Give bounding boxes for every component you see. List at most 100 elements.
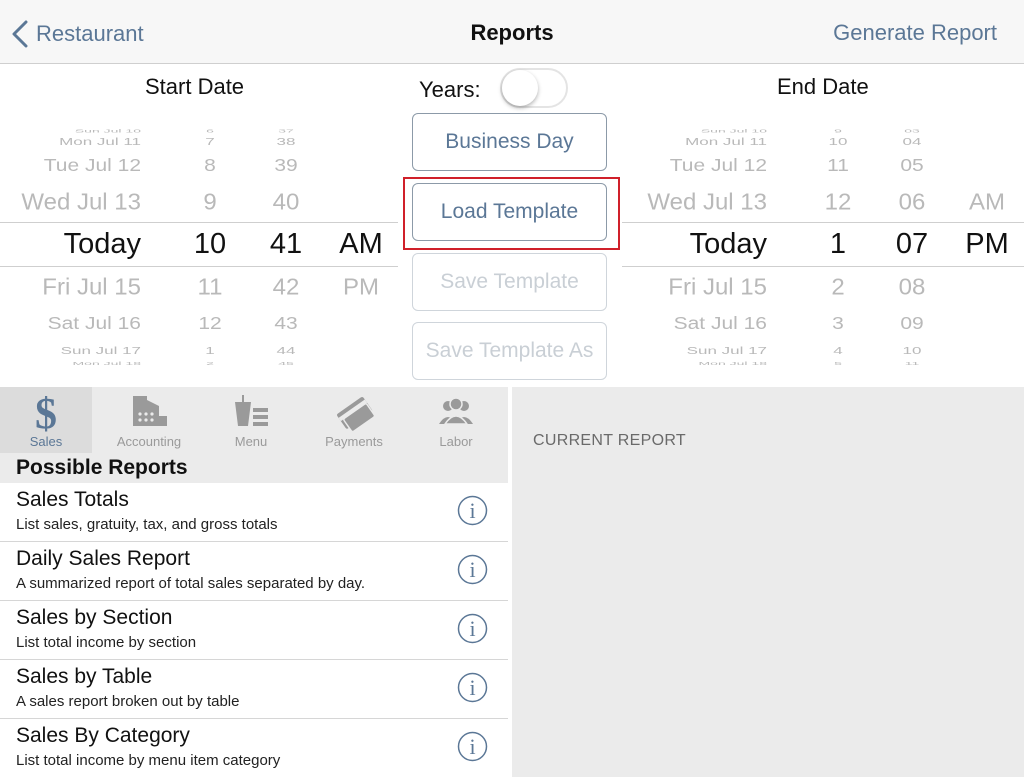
end-hour-option[interactable]: 3 [832,314,844,334]
start-hour-option[interactable]: 7 [205,136,214,148]
start-day-option[interactable]: Fri Jul 15 [42,275,141,302]
end-day-option[interactable]: Mon Jul 18 [699,360,767,366]
end-day-option[interactable]: Sat Jul 16 [674,314,767,334]
start-picker-selection-top [0,222,398,223]
end-hour-option[interactable]: 5 [834,360,842,366]
start-hour-option[interactable]: 6 [206,128,214,134]
tab-payments[interactable]: Payments [304,387,404,453]
end-hour-option[interactable]: 11 [827,156,849,176]
tab-menu[interactable]: Menu [201,387,301,453]
end-minute-option[interactable]: 07 [896,228,928,261]
end-day-option[interactable]: Today [690,228,767,261]
start-hour-option[interactable]: 8 [204,156,216,176]
end-day-option[interactable]: Wed Jul 13 [647,190,767,217]
end-ampm-option[interactable]: AM [969,190,1005,217]
start-hour-option[interactable]: 1 [205,345,214,357]
navigation-bar: Restaurant Reports Generate Report [0,0,1024,64]
start-day-option[interactable]: Sun Jul 10 [75,128,141,134]
tab-sales[interactable]: $ Sales [0,387,96,453]
end-hour-option[interactable]: 1 [830,228,846,261]
start-hour-option[interactable]: 10 [194,228,226,261]
end-picker-selection-bottom [622,266,1024,267]
credit-card-icon [337,397,374,432]
start-minute-option[interactable]: 44 [277,345,296,357]
end-minute-option[interactable]: 08 [899,275,926,302]
end-hour-option[interactable]: 9 [834,128,842,134]
toggle-knob [502,70,538,106]
start-minute-option[interactable]: 38 [277,136,296,148]
end-minute-option[interactable]: 06 [899,190,926,217]
end-minute-option[interactable]: 09 [900,314,923,334]
end-day-option[interactable]: Fri Jul 15 [668,275,767,302]
start-day-option[interactable]: Mon Jul 18 [73,360,141,366]
report-subtitle: List total income by section [16,634,197,651]
end-day-option[interactable]: Mon Jul 11 [685,136,767,148]
report-row-sales-by-table[interactable]: Sales by Table A sales report broken out… [0,660,508,719]
report-title: Daily Sales Report [16,547,190,570]
end-day-option[interactable]: Tue Jul 12 [670,156,767,176]
info-icon[interactable]: i [457,672,488,703]
end-day-option[interactable]: Sun Jul 10 [701,128,767,134]
start-hour-option[interactable]: 9 [203,190,216,217]
end-date-label: End Date [777,74,869,99]
info-icon[interactable]: i [457,731,488,762]
start-day-option[interactable]: Today [64,228,141,261]
start-hour-option[interactable]: 12 [198,314,221,334]
start-hour-option[interactable]: 11 [198,275,223,302]
start-minute-option[interactable]: 42 [273,275,300,302]
info-icon[interactable]: i [457,495,488,526]
end-minute-option[interactable]: 11 [905,360,920,366]
start-minute-option[interactable]: 37 [278,128,294,134]
years-toggle[interactable] [500,68,568,108]
svg-text:i: i [469,734,475,759]
start-minute-option[interactable]: 39 [274,156,297,176]
end-hour-option[interactable]: 4 [833,345,842,357]
svg-text:i: i [469,675,475,700]
end-ampm-option[interactable]: PM [965,228,1009,261]
start-minute-option[interactable]: 41 [270,228,302,261]
svg-text:i: i [469,557,475,582]
tab-accounting[interactable]: Accounting [99,387,199,453]
start-day-option[interactable]: Sat Jul 16 [48,314,141,334]
report-row-sales-totals[interactable]: Sales Totals List sales, gratuity, tax, … [0,483,508,542]
end-minute-option[interactable]: 10 [903,345,922,357]
business-day-button[interactable]: Business Day [412,113,607,171]
start-day-option[interactable]: Wed Jul 13 [21,190,141,217]
end-hour-option[interactable]: 12 [825,190,852,217]
save-template-as-button[interactable]: Save Template As [412,322,607,380]
info-icon[interactable]: i [457,613,488,644]
end-minute-option[interactable]: 04 [903,136,922,148]
people-icon [439,397,473,425]
load-template-button[interactable]: Load Template [412,183,607,241]
back-button-label: Restaurant [36,21,144,46]
generate-report-button[interactable]: Generate Report [833,20,997,46]
start-ampm-option[interactable]: PM [343,275,379,302]
report-title: Sales By Category [16,724,190,747]
start-minute-option[interactable]: 40 [273,190,300,217]
start-day-option[interactable]: Mon Jul 11 [59,136,141,148]
start-day-option[interactable]: Tue Jul 12 [44,156,141,176]
save-template-button[interactable]: Save Template [412,253,607,311]
tab-labor[interactable]: Labor [406,387,506,453]
end-hour-option[interactable]: 10 [829,136,848,148]
svg-text:i: i [469,616,475,641]
end-minute-option[interactable]: 03 [904,128,920,134]
start-hour-option[interactable]: 2 [206,360,214,366]
tab-sales-label: Sales [29,434,63,449]
end-day-option[interactable]: Sun Jul 17 [687,345,767,357]
start-picker-selection-bottom [0,266,398,267]
report-row-daily-sales[interactable]: Daily Sales Report A summarized report o… [0,542,508,601]
start-day-option[interactable]: Sun Jul 17 [61,345,141,357]
report-subtitle: A sales report broken out by table [16,693,240,710]
info-icon[interactable]: i [457,554,488,585]
end-hour-option[interactable]: 2 [831,275,844,302]
report-row-sales-by-section[interactable]: Sales by Section List total income by se… [0,601,508,660]
years-label: Years: [419,77,481,102]
start-ampm-option[interactable]: AM [339,228,383,261]
back-button[interactable]: Restaurant [10,18,144,50]
tab-accounting-label: Accounting [116,434,182,449]
report-row-sales-by-category[interactable]: Sales By Category List total income by m… [0,719,508,777]
start-minute-option[interactable]: 43 [274,314,297,334]
start-minute-option[interactable]: 45 [278,360,294,366]
end-minute-option[interactable]: 05 [900,156,923,176]
